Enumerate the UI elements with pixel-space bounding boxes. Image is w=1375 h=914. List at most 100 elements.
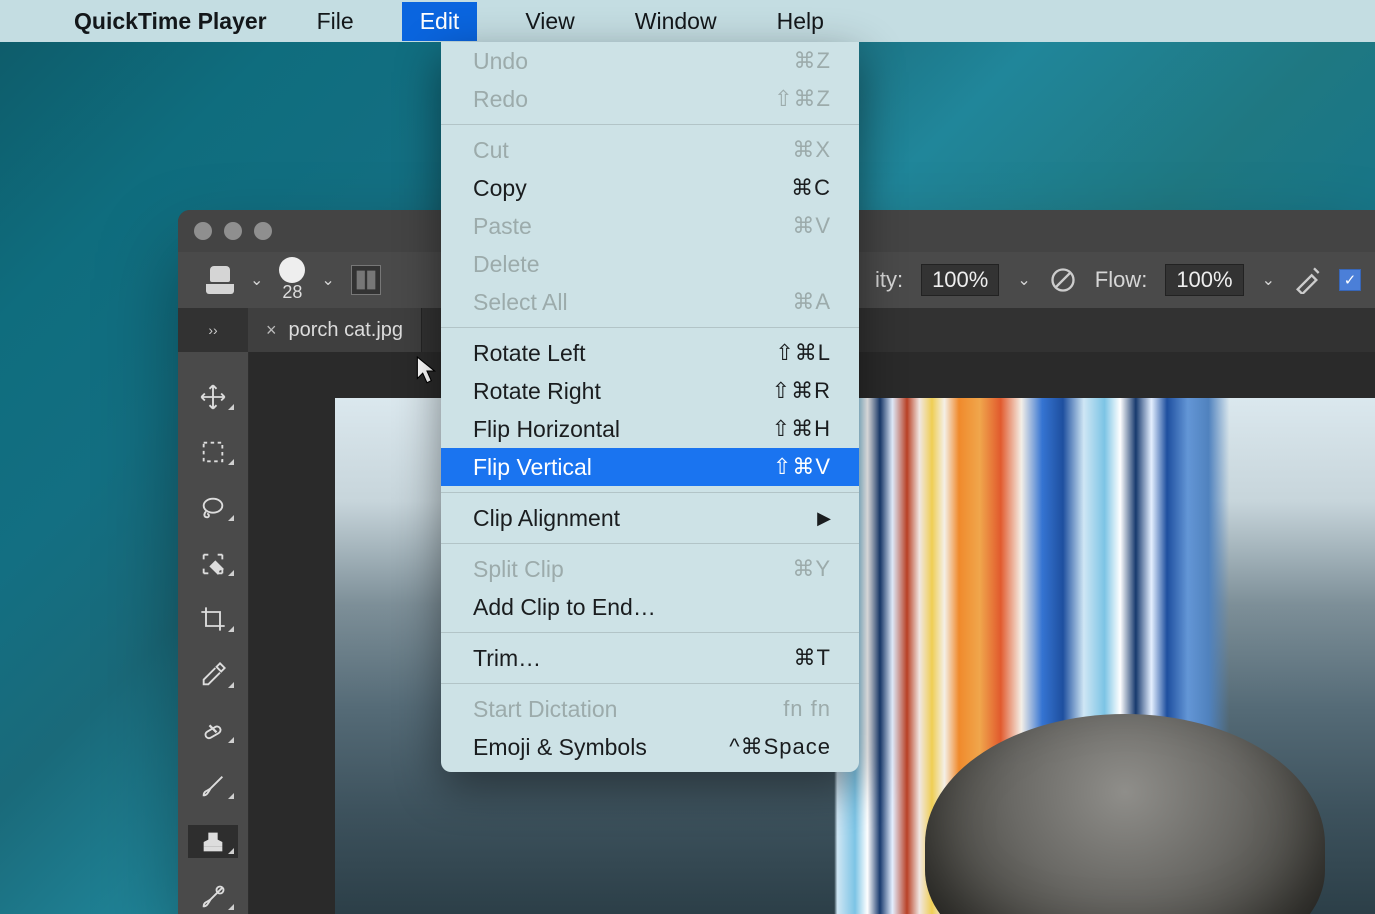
menu-item-redo: Redo ⇧⌘Z bbox=[441, 80, 859, 118]
menu-item-shortcut: fn fn bbox=[783, 696, 831, 722]
menu-separator bbox=[441, 543, 859, 544]
menu-item-rotate-left[interactable]: Rotate Left ⇧⌘L bbox=[441, 334, 859, 372]
menu-item-undo: Undo ⌘Z bbox=[441, 42, 859, 80]
menu-item-label: Copy bbox=[473, 175, 527, 202]
menu-item-label: Start Dictation bbox=[473, 696, 617, 723]
edit-menu-dropdown: Undo ⌘Z Redo ⇧⌘Z Cut ⌘X Copy ⌘C Paste ⌘V… bbox=[441, 42, 859, 772]
clone-stamp-tool-icon[interactable] bbox=[188, 825, 238, 859]
menu-item-paste: Paste ⌘V bbox=[441, 207, 859, 245]
menu-item-shortcut: ⌘A bbox=[792, 289, 831, 315]
menubar-app-name[interactable]: QuickTime Player bbox=[74, 8, 267, 35]
brush-size-picker[interactable]: 28 bbox=[279, 257, 305, 303]
menu-item-rotate-right[interactable]: Rotate Right ⇧⌘R bbox=[441, 372, 859, 410]
menu-item-label: Split Clip bbox=[473, 556, 564, 583]
menu-item-shortcut: ⌘Z bbox=[794, 48, 831, 74]
eyedropper-tool-icon[interactable] bbox=[188, 658, 238, 692]
menu-separator bbox=[441, 124, 859, 125]
menu-window[interactable]: Window bbox=[623, 4, 729, 39]
tool-preset-caret-icon[interactable]: ⌄ bbox=[250, 270, 263, 290]
menu-item-add-clip-to-end[interactable]: Add Clip to End… bbox=[441, 588, 859, 626]
traffic-light-zoom-icon[interactable] bbox=[254, 222, 272, 240]
menu-item-shortcut: ⇧⌘V bbox=[773, 454, 831, 480]
desktop-background: QuickTime Player File Edit View Window H… bbox=[0, 0, 1375, 914]
menu-item-cut: Cut ⌘X bbox=[441, 131, 859, 169]
menu-item-shortcut: ⇧⌘Z bbox=[774, 86, 831, 112]
history-brush-tool-icon[interactable] bbox=[188, 880, 238, 914]
menu-item-shortcut: ⌘X bbox=[792, 137, 831, 163]
menu-item-shortcut: ⌘C bbox=[791, 175, 831, 201]
menu-file[interactable]: File bbox=[305, 4, 366, 39]
menu-item-label: Paste bbox=[473, 213, 532, 240]
menu-item-label: Add Clip to End… bbox=[473, 594, 656, 621]
menu-item-label: Rotate Right bbox=[473, 378, 601, 405]
menu-item-label: Clip Alignment bbox=[473, 505, 620, 532]
tool-preset-stamp-icon[interactable] bbox=[206, 266, 234, 294]
brush-panel-toggle-icon[interactable] bbox=[351, 265, 381, 295]
menu-separator bbox=[441, 683, 859, 684]
submenu-arrow-icon: ▶ bbox=[817, 508, 831, 529]
airbrush-icon[interactable] bbox=[1293, 266, 1321, 294]
lasso-tool-icon[interactable] bbox=[188, 491, 238, 525]
menu-item-start-dictation: Start Dictation fn fn bbox=[441, 690, 859, 728]
menu-item-label: Undo bbox=[473, 48, 528, 75]
menu-item-label: Redo bbox=[473, 86, 528, 113]
document-tab[interactable]: × porch cat.jpg bbox=[248, 308, 422, 352]
menu-item-select-all: Select All ⌘A bbox=[441, 283, 859, 321]
marquee-tool-icon[interactable] bbox=[188, 436, 238, 470]
tab-close-icon[interactable]: × bbox=[266, 320, 277, 341]
menu-separator bbox=[441, 327, 859, 328]
menu-item-copy[interactable]: Copy ⌘C bbox=[441, 169, 859, 207]
menu-item-shortcut: ^⌘Space bbox=[729, 734, 831, 760]
menu-item-emoji-symbols[interactable]: Emoji & Symbols ^⌘Space bbox=[441, 728, 859, 766]
menu-item-label: Flip Horizontal bbox=[473, 416, 620, 443]
tools-panel bbox=[178, 352, 249, 914]
document-tab-title: porch cat.jpg bbox=[289, 319, 404, 342]
flow-caret-icon[interactable]: ⌄ bbox=[1262, 270, 1275, 290]
menu-separator bbox=[441, 632, 859, 633]
menu-item-flip-horizontal[interactable]: Flip Horizontal ⇧⌘H bbox=[441, 410, 859, 448]
flow-value[interactable]: 100% bbox=[1165, 264, 1243, 296]
flow-label: Flow: bbox=[1095, 267, 1148, 293]
menu-item-label: Emoji & Symbols bbox=[473, 734, 647, 761]
quick-select-tool-icon[interactable] bbox=[188, 547, 238, 581]
collapse-tools-icon[interactable]: ›› bbox=[178, 322, 248, 338]
menu-help[interactable]: Help bbox=[765, 4, 836, 39]
healing-brush-tool-icon[interactable] bbox=[188, 714, 238, 748]
menu-item-label: Delete bbox=[473, 251, 539, 278]
menu-item-trim[interactable]: Trim… ⌘T bbox=[441, 639, 859, 677]
traffic-light-minimize-icon[interactable] bbox=[224, 222, 242, 240]
brush-tool-icon[interactable] bbox=[188, 769, 238, 803]
menu-item-shortcut: ⇧⌘H bbox=[772, 416, 831, 442]
menu-item-split-clip: Split Clip ⌘Y bbox=[441, 550, 859, 588]
menu-item-label: Trim… bbox=[473, 645, 541, 672]
menu-item-label: Cut bbox=[473, 137, 509, 164]
opacity-label: ity: bbox=[875, 267, 903, 293]
menu-item-label: Rotate Left bbox=[473, 340, 586, 367]
aligned-checkbox[interactable]: ✓ bbox=[1339, 269, 1361, 291]
menu-item-clip-alignment[interactable]: Clip Alignment ▶ bbox=[441, 499, 859, 537]
menu-edit[interactable]: Edit bbox=[402, 2, 478, 41]
pressure-opacity-icon[interactable] bbox=[1049, 266, 1077, 294]
macos-menubar: QuickTime Player File Edit View Window H… bbox=[0, 0, 1375, 42]
image-subject bbox=[925, 714, 1325, 914]
menu-item-shortcut: ⌘Y bbox=[792, 556, 831, 582]
brush-preview-icon bbox=[279, 257, 305, 283]
menu-item-shortcut: ⇧⌘R bbox=[772, 378, 831, 404]
menu-item-label: Flip Vertical bbox=[473, 454, 592, 481]
menu-item-shortcut: ⌘T bbox=[794, 645, 831, 671]
brush-size-value: 28 bbox=[282, 283, 302, 303]
brush-picker-caret-icon[interactable]: ⌄ bbox=[321, 270, 334, 290]
menu-item-shortcut: ⇧⌘L bbox=[775, 340, 831, 366]
menu-item-flip-vertical[interactable]: Flip Vertical ⇧⌘V bbox=[441, 448, 859, 486]
mouse-cursor-icon bbox=[416, 356, 438, 386]
menu-view[interactable]: View bbox=[513, 4, 586, 39]
menu-item-delete: Delete bbox=[441, 245, 859, 283]
menu-item-label: Select All bbox=[473, 289, 568, 316]
move-tool-icon[interactable] bbox=[188, 380, 238, 414]
crop-tool-icon[interactable] bbox=[188, 602, 238, 636]
opacity-value[interactable]: 100% bbox=[921, 264, 999, 296]
menu-item-shortcut: ⌘V bbox=[792, 213, 831, 239]
traffic-light-close-icon[interactable] bbox=[194, 222, 212, 240]
opacity-caret-icon[interactable]: ⌄ bbox=[1017, 270, 1030, 290]
menu-separator bbox=[441, 492, 859, 493]
